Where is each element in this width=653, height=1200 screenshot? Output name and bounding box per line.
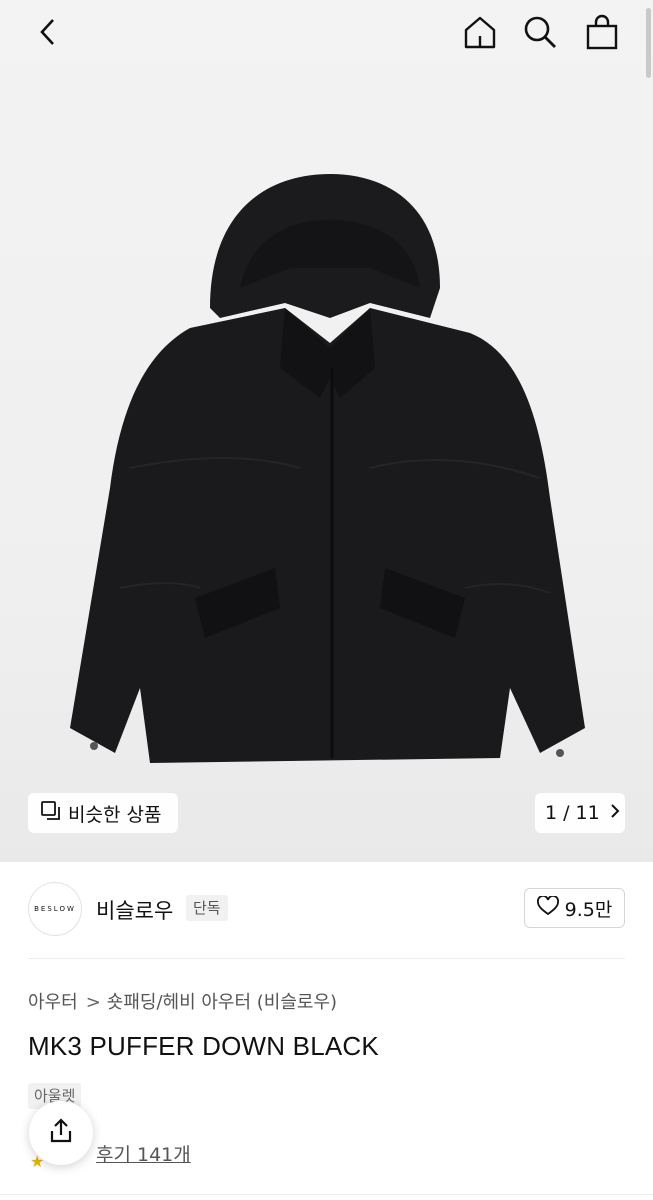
image-separator: / [563, 802, 570, 824]
similar-items-icon [40, 800, 62, 827]
breadcrumb: 아우터 > 숏패딩/헤비 아우터 (비슬로우) [28, 988, 337, 1014]
similar-items-label: 비슷한 상품 [68, 803, 162, 826]
brand-logo-text: BESLOW [34, 905, 76, 913]
share-icon [47, 1117, 75, 1149]
like-count: 9.5만 [564, 898, 613, 921]
search-button[interactable] [518, 12, 562, 56]
page-scrollbar[interactable] [646, 8, 651, 78]
top-navigation [0, 0, 653, 78]
chevron-right-icon [610, 802, 620, 824]
home-icon [462, 14, 498, 54]
divider [28, 958, 625, 959]
product-title: MK3 PUFFER DOWN BLACK [28, 1031, 379, 1061]
share-button[interactable] [29, 1101, 93, 1165]
exclusive-badge: 단독 [186, 895, 228, 921]
similar-items-button[interactable]: 비슷한 상품 [28, 793, 178, 833]
product-photo-jacket [70, 174, 585, 763]
like-button[interactable]: 9.5만 [524, 888, 625, 928]
back-icon [38, 17, 58, 51]
brand-logo[interactable]: BESLOW [28, 882, 82, 936]
back-button[interactable] [26, 12, 70, 56]
image-counter-button[interactable]: 1 / 11 [535, 793, 625, 833]
home-button[interactable] [458, 12, 502, 56]
image-current: 1 [545, 802, 558, 824]
product-image-gallery[interactable]: 비슷한 상품 1 / 11 [0, 0, 653, 862]
cart-button[interactable] [580, 12, 624, 56]
search-icon [522, 14, 558, 54]
heart-icon [536, 894, 559, 921]
breadcrumb-child[interactable]: 숏패딩/헤비 아우터 (비슬로우) [107, 992, 337, 1013]
breadcrumb-parent[interactable]: 아우터 [28, 992, 78, 1013]
chevron-right-icon: > [85, 992, 101, 1013]
reviews-link[interactable]: 후기 141개 [96, 1140, 191, 1167]
brand-name[interactable]: 비슬로우 [96, 895, 173, 925]
image-total: 11 [575, 802, 600, 824]
brand-row: BESLOW 비슬로우 단독 9.5만 [0, 862, 653, 958]
shopping-bag-icon [584, 14, 620, 54]
divider [0, 1194, 653, 1195]
